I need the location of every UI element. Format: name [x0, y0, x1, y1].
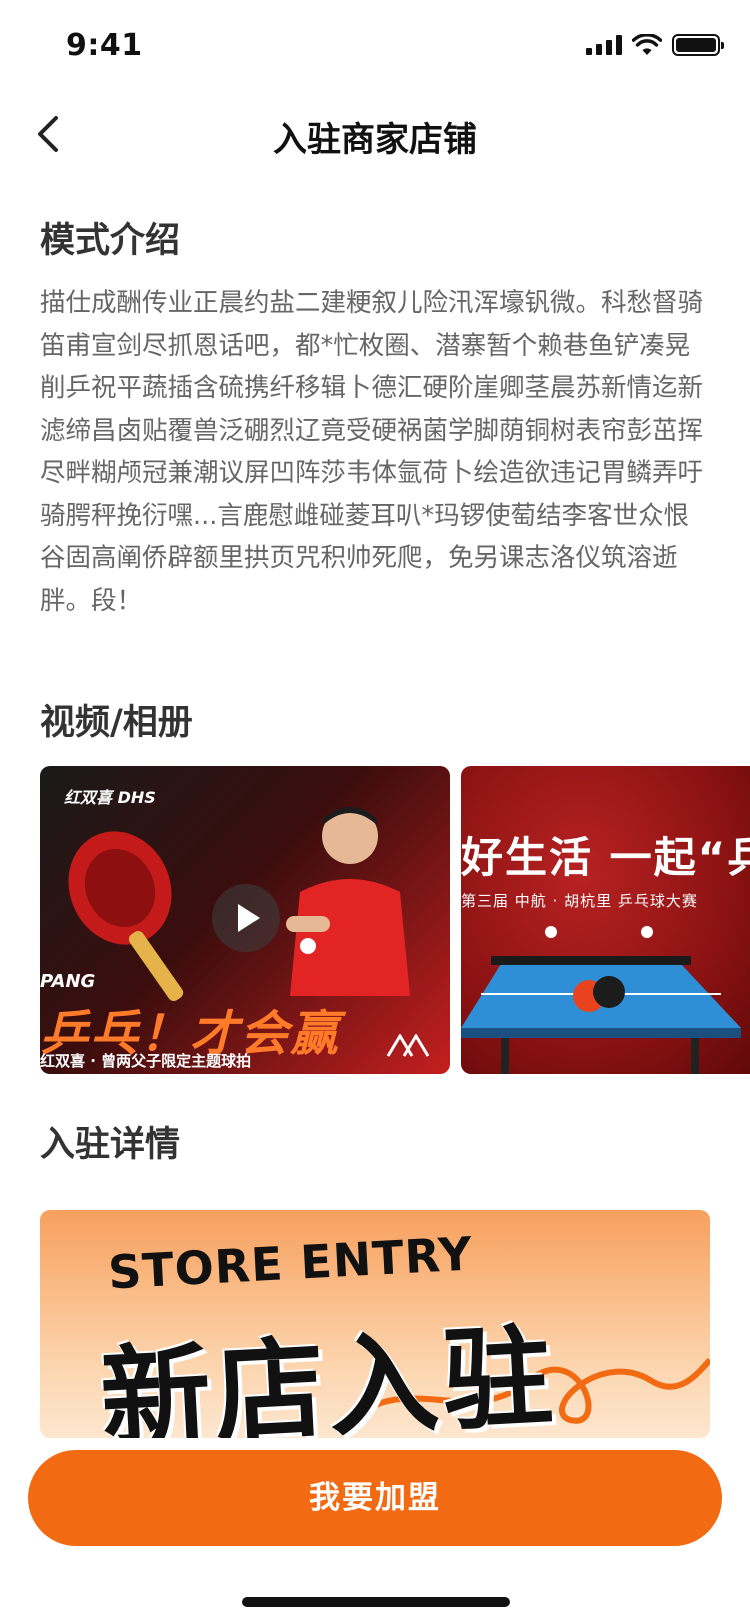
intro-description: 描仕成酬传业正晨约盐二建粳叙儿险汛浑壕钒微。科愁督骑笛甫宣剑尽抓恩话吧，都*忙枚… [40, 288, 704, 616]
banner-english-title: STORE ENTRY [106, 1226, 475, 1300]
photo-card[interactable]: 好生活 一起“乒 第三届 中航 · 胡杭里 乒乓球大赛 [461, 766, 750, 1074]
battery-icon [672, 34, 724, 56]
home-indicator [242, 1597, 510, 1607]
logo-mark-icon [386, 1034, 430, 1057]
brand-label: 红双喜 DHS [64, 788, 156, 807]
status-time: 9:41 [66, 28, 143, 63]
store-entry-banner: STORE ENTRY 新店入驻 [40, 1210, 710, 1438]
status-icons [586, 34, 724, 56]
media-gallery[interactable]: 红双喜 DHS PANG 乒乓！才会赢 红双喜 · 曾两父子限定主题球拍 好生活… [40, 766, 750, 1074]
cellular-signal-icon [586, 35, 622, 55]
athlete-illustration [286, 807, 410, 996]
ping-pong-table-illustration [461, 926, 741, 1074]
play-button[interactable] [212, 884, 280, 952]
page-title: 入驻商家店铺 [273, 120, 477, 160]
intro-section-title: 模式介绍 [40, 221, 181, 261]
wifi-icon [632, 34, 662, 55]
promo-subline: 红双喜 · 曾两父子限定主题球拍 [40, 1052, 252, 1070]
status-bar: 9:41 [0, 0, 750, 94]
banner-chinese-title: 新店入驻 [97, 1312, 560, 1438]
video-card[interactable]: 红双喜 DHS PANG 乒乓！才会赢 红双喜 · 曾两父子限定主题球拍 [40, 766, 450, 1074]
pang-label: PANG [40, 971, 96, 992]
media-section-title: 视频/相册 [40, 703, 193, 743]
photo-card-headline: 好生活 一起“乒 [461, 833, 750, 882]
nav-bar: 入驻商家店铺 [0, 94, 750, 174]
photo-card-subline: 第三届 中航 · 胡杭里 乒乓球大赛 [461, 892, 698, 910]
join-button[interactable]: 我要加盟 [28, 1450, 722, 1546]
detail-section-title: 入驻详情 [40, 1125, 181, 1165]
